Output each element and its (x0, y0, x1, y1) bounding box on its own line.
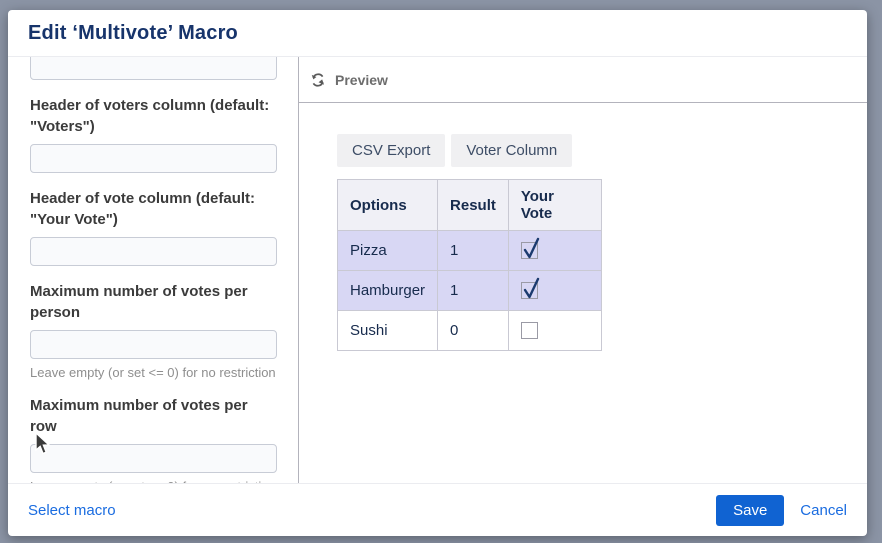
field-label-voters-header: Header of voters column (default: "Voter… (30, 95, 277, 137)
table-header-row: Options Result Your Vote (338, 180, 602, 231)
max-votes-row-input[interactable] (30, 444, 277, 473)
dialog-title: Edit ‘Multivote’ Macro (28, 22, 238, 45)
preview-panel: Preview CSV Export Voter Column Options … (299, 57, 867, 483)
vote-results-table: Options Result Your Vote Pizza 1 (337, 179, 602, 351)
voters-header-input[interactable] (30, 144, 277, 173)
macro-params-panel[interactable]: Header of voters column (default: "Voter… (8, 57, 298, 483)
vote-cell (508, 231, 601, 271)
field-input-clipped[interactable] (30, 57, 277, 80)
column-header-your-vote: Your Vote (508, 180, 601, 231)
option-cell: Hamburger (338, 271, 438, 311)
refresh-icon[interactable] (310, 72, 326, 88)
field-label-vote-header: Header of vote column (default: "Your Vo… (30, 188, 277, 230)
dialog-body: Header of voters column (default: "Voter… (8, 57, 867, 483)
field-label-max-votes-person: Maximum number of votes per person (30, 281, 277, 323)
table-row-hamburger: Hamburger 1 (338, 271, 602, 311)
vote-header-input[interactable] (30, 237, 277, 266)
option-cell: Pizza (338, 231, 438, 271)
preview-header: Preview (299, 57, 867, 103)
preview-content: CSV Export Voter Column Options Result Y… (299, 103, 867, 351)
edit-macro-dialog: Edit ‘Multivote’ Macro Header of voters … (8, 10, 867, 536)
vote-cell (508, 311, 601, 351)
field-helper-max-votes-row: Leave empty (or set <= 0) for no restric… (30, 479, 277, 484)
cancel-link[interactable]: Cancel (800, 502, 847, 519)
select-macro-link[interactable]: Select macro (28, 502, 116, 519)
footer-actions: Save Cancel (716, 495, 847, 526)
vote-checkbox-unchecked[interactable] (521, 322, 538, 339)
result-cell: 1 (438, 271, 509, 311)
check-icon (523, 276, 541, 300)
voter-column-button[interactable]: Voter Column (451, 134, 572, 167)
check-icon (523, 236, 541, 260)
vote-checkbox-checked[interactable] (521, 242, 538, 259)
preview-toolbar: CSV Export Voter Column (337, 134, 867, 167)
save-button[interactable]: Save (716, 495, 784, 526)
result-cell: 0 (438, 311, 509, 351)
result-cell: 1 (438, 231, 509, 271)
preview-title: Preview (335, 72, 388, 88)
dialog-footer: Select macro Save Cancel (8, 483, 867, 536)
column-header-options: Options (338, 180, 438, 231)
field-label-max-votes-row: Maximum number of votes per row (30, 395, 277, 437)
max-votes-person-input[interactable] (30, 330, 277, 359)
dialog-header: Edit ‘Multivote’ Macro (8, 10, 867, 57)
vote-cell (508, 271, 601, 311)
column-header-result: Result (438, 180, 509, 231)
vote-checkbox-checked[interactable] (521, 282, 538, 299)
table-row-sushi: Sushi 0 (338, 311, 602, 351)
field-helper-max-votes-person: Leave empty (or set <= 0) for no restric… (30, 365, 277, 380)
table-row-pizza: Pizza 1 (338, 231, 602, 271)
option-cell: Sushi (338, 311, 438, 351)
csv-export-button[interactable]: CSV Export (337, 134, 445, 167)
